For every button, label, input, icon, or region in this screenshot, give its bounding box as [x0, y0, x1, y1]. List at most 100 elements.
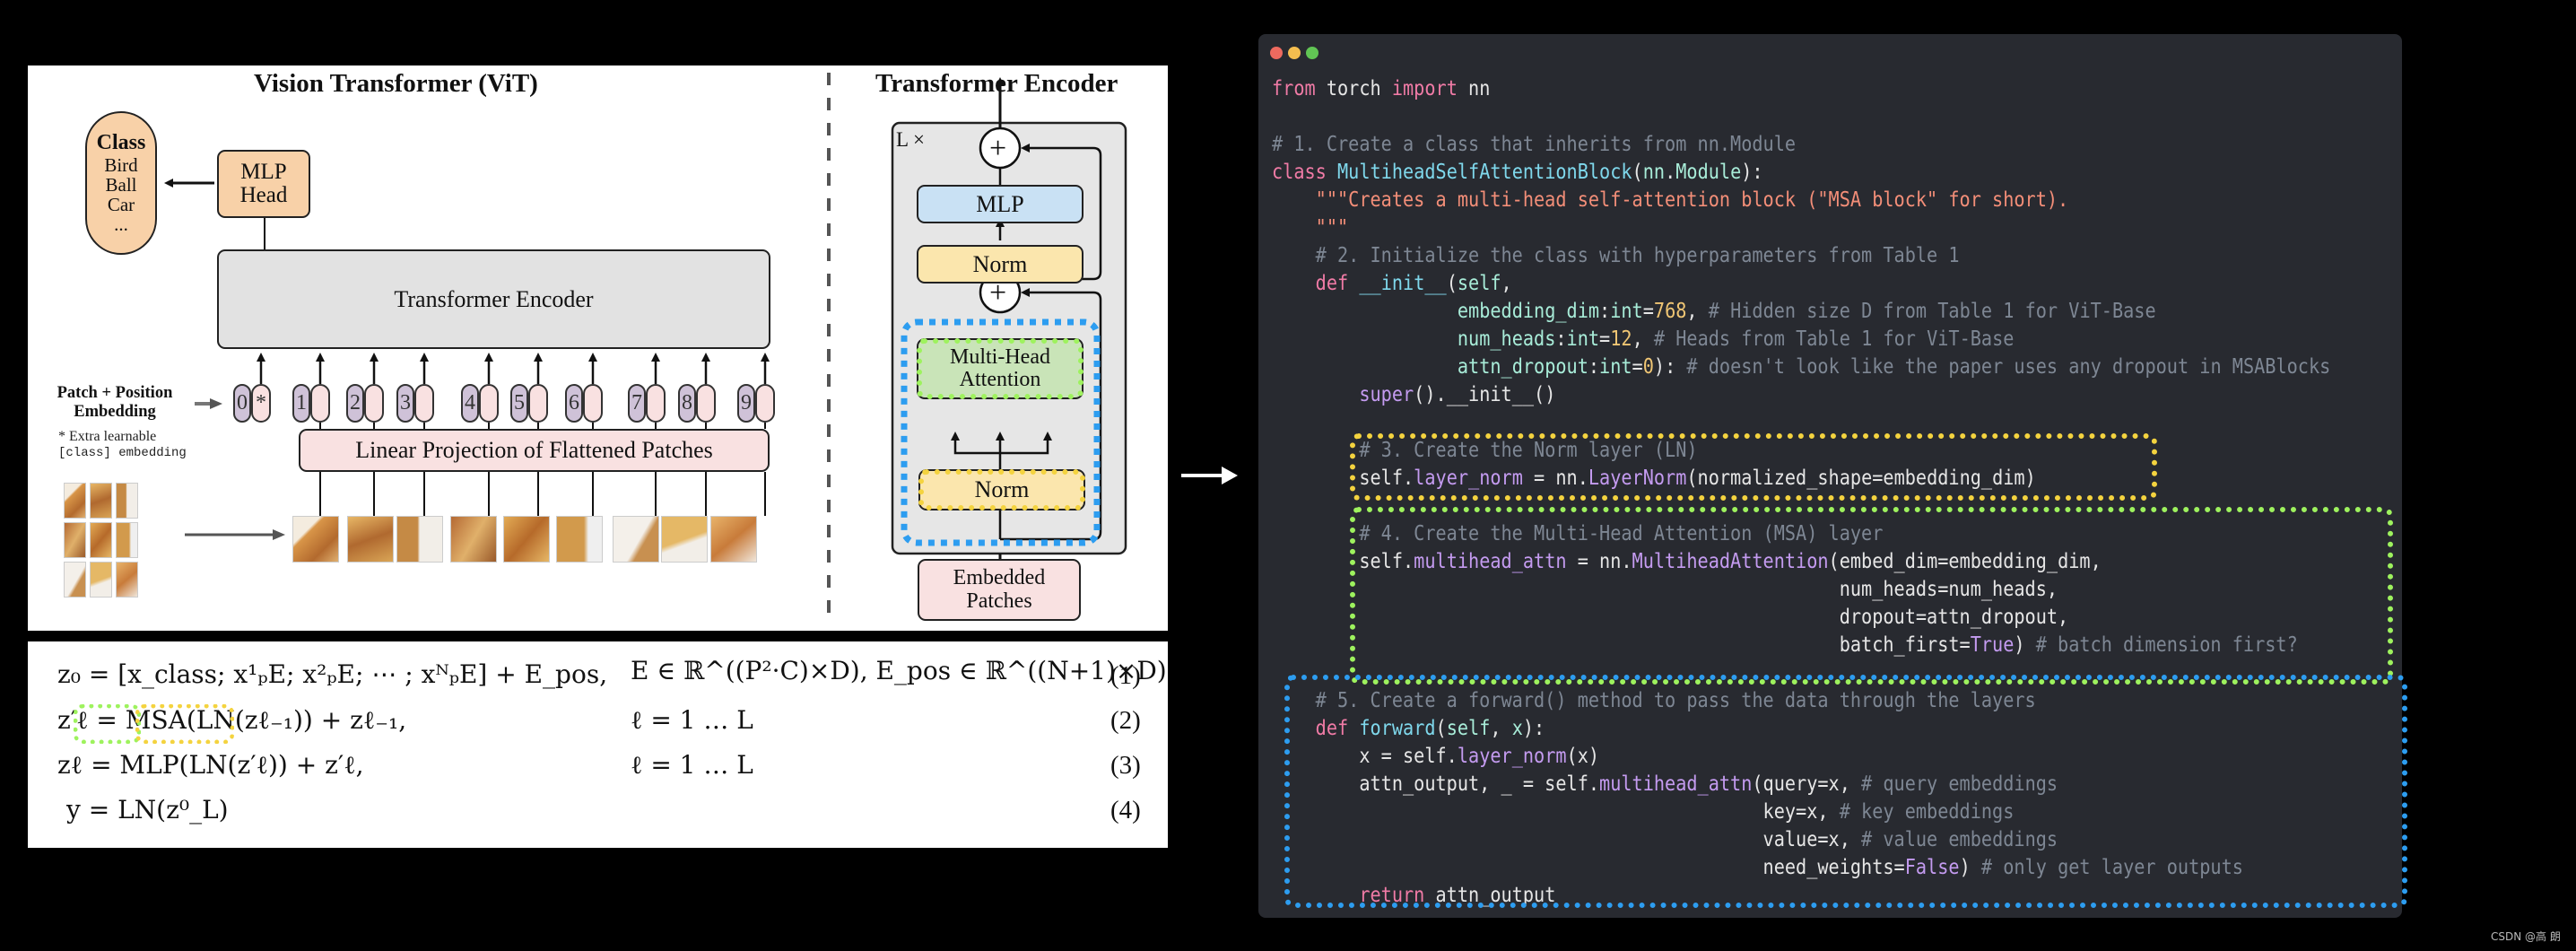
code-line: def __init__(self, [1315, 270, 1512, 295]
mlp-head-label: MLP [240, 159, 287, 184]
image-patch [613, 516, 659, 563]
patch-token [528, 384, 548, 423]
code-line: from torch import nn [1272, 75, 1491, 100]
norm-label: Norm [974, 476, 1030, 503]
attention-label: Attention [959, 368, 1041, 391]
watermark: CSDN @高 朗 [2491, 930, 2561, 943]
ln-term-highlight [135, 704, 234, 744]
position-token: 3 [396, 384, 414, 423]
class-heading: Class [96, 131, 146, 155]
grid-patch [90, 483, 112, 519]
patch-token [414, 384, 434, 423]
code-line: super().__init__() [1359, 381, 1556, 406]
encoder-title: Transformer Encoder [875, 69, 1118, 98]
attention-label: Multi-Head [950, 345, 1050, 369]
image-patch [450, 516, 497, 563]
image-patch [347, 516, 394, 563]
grid-patch [64, 522, 86, 558]
code-line: attn_dropout:int=0): # doesn't look like… [1457, 353, 2331, 379]
position-token: 7 [628, 384, 646, 423]
position-token: 8 [678, 384, 696, 423]
image-patch [556, 516, 603, 563]
encoder-mlp-label: MLP [976, 190, 1024, 217]
code-line: """ [1272, 214, 1349, 240]
equation-number: (2) [1110, 706, 1141, 735]
position-token: 6 [565, 384, 583, 423]
patch-position-line: Embedding [74, 403, 156, 421]
embedded-patches-label: Patches [966, 589, 1032, 613]
encoder-norm-bottom-box: Norm [918, 469, 1085, 510]
patch-token [696, 384, 716, 423]
equation-number: (1) [1110, 661, 1141, 690]
image-patch [292, 516, 339, 563]
norm-layer-highlight [1350, 433, 2157, 501]
class-item: Ball [105, 173, 137, 196]
grid-patch [64, 562, 86, 598]
forward-method-highlight [1284, 675, 2407, 908]
linear-projection-label: Linear Projection of Flattened Patches [355, 437, 713, 464]
position-token: 4 [461, 384, 479, 423]
image-patch [661, 516, 708, 563]
equation-4: y = LN(z⁰_L) [66, 795, 229, 824]
code-line: class MultiheadSelfAttentionBlock(nn.Mod… [1272, 159, 1763, 184]
patch-token [310, 384, 330, 423]
mlp-head-box: MLP Head [217, 150, 310, 218]
encoder-mlp-box: MLP [917, 185, 1083, 223]
msa-term-highlight [74, 704, 141, 744]
patch-position-line: Patch + Position [57, 384, 173, 402]
class-token: * [251, 384, 271, 423]
position-token: 0 [233, 384, 251, 423]
embedded-patches-label: Embedded [953, 566, 1046, 590]
note-line: * Extra learnable [58, 429, 157, 444]
extra-embedding-note: * Extra learnable [class] embedding [58, 428, 187, 462]
window-close-icon[interactable] [1270, 47, 1283, 59]
image-patch [503, 516, 550, 563]
window-minimize-icon[interactable] [1288, 47, 1301, 59]
multi-head-attention-box: Multi-Head Attention [917, 338, 1083, 399]
code-line: embedding_dim:int=768, # Hidden size D f… [1457, 298, 2156, 323]
encoder-norm-top-box: Norm [917, 245, 1083, 284]
class-item: Car [107, 193, 135, 215]
equation-number: (4) [1110, 796, 1141, 824]
position-token: 1 [292, 384, 310, 423]
code-editor-window: from torch import nn # 1. Create a class … [1258, 34, 2407, 918]
class-item: Bird [104, 153, 138, 176]
window-maximize-icon[interactable] [1306, 47, 1318, 59]
equation-1: z₀ = [x_class; x¹ₚE; x²ₚE; ⋯ ; xᴺₚE] + E… [57, 659, 608, 689]
code-line: # 2. Initialize the class with hyperpara… [1315, 242, 1960, 267]
transformer-encoder-box: Transformer Encoder [217, 249, 770, 349]
plus-sign: + [989, 132, 1007, 165]
mlp-head-label: Head [239, 183, 288, 207]
position-token: 2 [346, 384, 364, 423]
position-token: 9 [737, 384, 755, 423]
note-line: [class] embedding [58, 446, 187, 460]
grid-patch [116, 522, 138, 558]
grid-patch [90, 562, 112, 598]
grid-patch [90, 522, 112, 558]
transition-arrow-icon [1181, 467, 1238, 484]
grid-patch [64, 483, 86, 519]
patch-token [755, 384, 775, 423]
equation-number: (3) [1110, 751, 1141, 780]
equation-3: zℓ = MLP(LN(z′ℓ)) + z′ℓ, [57, 750, 364, 780]
vit-title: Vision Transformer (ViT) [254, 69, 538, 98]
norm-label: Norm [972, 250, 1028, 277]
equation-2-condition: ℓ = 1 … L [631, 705, 753, 735]
code-line: # 1. Create a class that inherits from n… [1272, 131, 1797, 156]
linear-projection-box: Linear Projection of Flattened Patches [299, 429, 770, 472]
patch-token [646, 384, 666, 423]
layer-repeat-label: L × [896, 128, 925, 151]
equation-3-condition: ℓ = 1 … L [631, 750, 753, 780]
grid-patch [116, 562, 138, 598]
msa-layer-highlight [1350, 507, 2393, 685]
class-output-box: Class Bird Ball Car ... [85, 111, 157, 255]
patch-token [583, 384, 603, 423]
grid-patch [116, 483, 138, 519]
image-patch [396, 516, 443, 563]
position-token: 5 [510, 384, 528, 423]
patch-token [479, 384, 499, 423]
code-line: """Creates a multi-head self-attention b… [1272, 187, 2069, 212]
embedded-patches-box: Embedded Patches [918, 559, 1081, 621]
equations-panel: z₀ = [x_class; x¹ₚE; x²ₚE; ⋯ ; xᴺₚE] + E… [28, 641, 1168, 848]
code-line: num_heads:int=12, # Heads from Table 1 f… [1457, 326, 2015, 351]
